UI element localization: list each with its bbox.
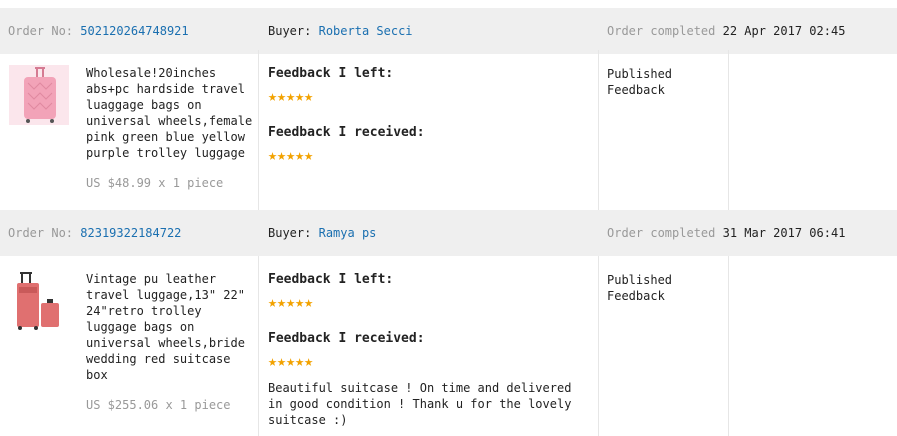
- star-icon: ★: [304, 146, 314, 164]
- order-header: Order No: 502120264748921 Buyer: Roberta…: [0, 8, 897, 54]
- product-price: US $48.99 x 1 piece: [86, 176, 224, 190]
- star-icon: ★: [286, 293, 296, 311]
- order-number-link[interactable]: 502120264748921: [80, 24, 188, 38]
- star-icon: ★: [286, 146, 296, 164]
- order-status-label: Order completed: [607, 24, 716, 38]
- star-icon: ★: [304, 87, 314, 105]
- feedback-received-label: Feedback I received:: [268, 331, 425, 346]
- feedback-received-label: Feedback I received:: [268, 125, 425, 140]
- star-icon: ★: [268, 352, 278, 370]
- product-title[interactable]: Wholesale!20inches abs+pc hardside trave…: [86, 65, 256, 161]
- buyer-label: Buyer:: [268, 226, 312, 240]
- product-price: US $255.06 x 1 piece: [86, 398, 231, 412]
- feedback-left-stars: ★★★★★: [268, 293, 598, 311]
- feedback-cell: Feedback I left: ★★★★★ Feedback I receiv…: [259, 256, 599, 436]
- buyer-link[interactable]: Ramya ps: [319, 226, 377, 240]
- feedback-left-label: Feedback I left:: [268, 272, 394, 287]
- star-icon: ★: [295, 87, 305, 105]
- star-icon: ★: [304, 293, 314, 311]
- order-number-label: Order No:: [8, 24, 74, 38]
- buyer-info: Buyer: Ramya ps: [268, 226, 376, 240]
- star-icon: ★: [268, 146, 278, 164]
- product-cell: Wholesale!20inches abs+pc hardside trave…: [0, 50, 259, 210]
- star-icon: ★: [268, 87, 278, 105]
- received-review-text: Beautiful suitcase ! On time and deliver…: [268, 381, 572, 427]
- star-icon: ★: [277, 146, 287, 164]
- published-feedback-status: Published Feedback: [599, 256, 729, 436]
- order-number-link[interactable]: 82319322184722: [80, 226, 181, 240]
- buyer-info: Buyer: Roberta Secci: [268, 24, 413, 38]
- feedback-received-stars: ★★★★★: [268, 352, 598, 370]
- actions-cell: [729, 256, 897, 436]
- star-icon: ★: [304, 352, 314, 370]
- order-status: Order completed 22 Apr 2017 02:45: [607, 24, 845, 38]
- published-feedback-status: Published Feedback: [599, 50, 729, 210]
- feedback-cell: Feedback I left: ★★★★★ Feedback I receiv…: [259, 50, 599, 210]
- buyer-label: Buyer:: [268, 24, 312, 38]
- order-header: Order No: 82319322184722 Buyer: Ramya ps…: [0, 210, 897, 256]
- order-card: Order No: 502120264748921 Buyer: Roberta…: [0, 4, 897, 210]
- star-icon: ★: [277, 293, 287, 311]
- buyer-link[interactable]: Roberta Secci: [319, 24, 413, 38]
- star-icon: ★: [286, 87, 296, 105]
- order-date: 22 Apr 2017 02:45: [722, 24, 846, 38]
- order-status: Order completed 31 Mar 2017 06:41: [607, 226, 845, 240]
- order-body: Wholesale!20inches abs+pc hardside trave…: [0, 50, 897, 210]
- order-number-label: Order No:: [8, 226, 74, 240]
- star-icon: ★: [277, 87, 287, 105]
- feedback-left-label: Feedback I left:: [268, 66, 394, 81]
- order-status-label: Order completed: [607, 226, 716, 240]
- star-icon: ★: [286, 352, 296, 370]
- product-title[interactable]: Vintage pu leather travel luggage,13" 22…: [86, 271, 256, 383]
- star-icon: ★: [277, 352, 287, 370]
- star-icon: ★: [268, 293, 278, 311]
- order-date: 31 Mar 2017 06:41: [722, 226, 846, 240]
- order-number: Order No: 82319322184722: [8, 226, 181, 240]
- order-body: Vintage pu leather travel luggage,13" 22…: [0, 256, 897, 436]
- order-number: Order No: 502120264748921: [8, 24, 189, 38]
- order-card: Order No: 82319322184722 Buyer: Ramya ps…: [0, 210, 897, 436]
- product-thumbnail[interactable]: [9, 65, 69, 125]
- actions-cell: [729, 50, 897, 210]
- star-icon: ★: [295, 146, 305, 164]
- product-cell: Vintage pu leather travel luggage,13" 22…: [0, 256, 259, 436]
- product-thumbnail[interactable]: [9, 271, 69, 331]
- star-icon: ★: [295, 352, 305, 370]
- star-icon: ★: [295, 293, 305, 311]
- feedback-received-stars: ★★★★★: [268, 146, 598, 164]
- feedback-left-stars: ★★★★★: [268, 87, 598, 105]
